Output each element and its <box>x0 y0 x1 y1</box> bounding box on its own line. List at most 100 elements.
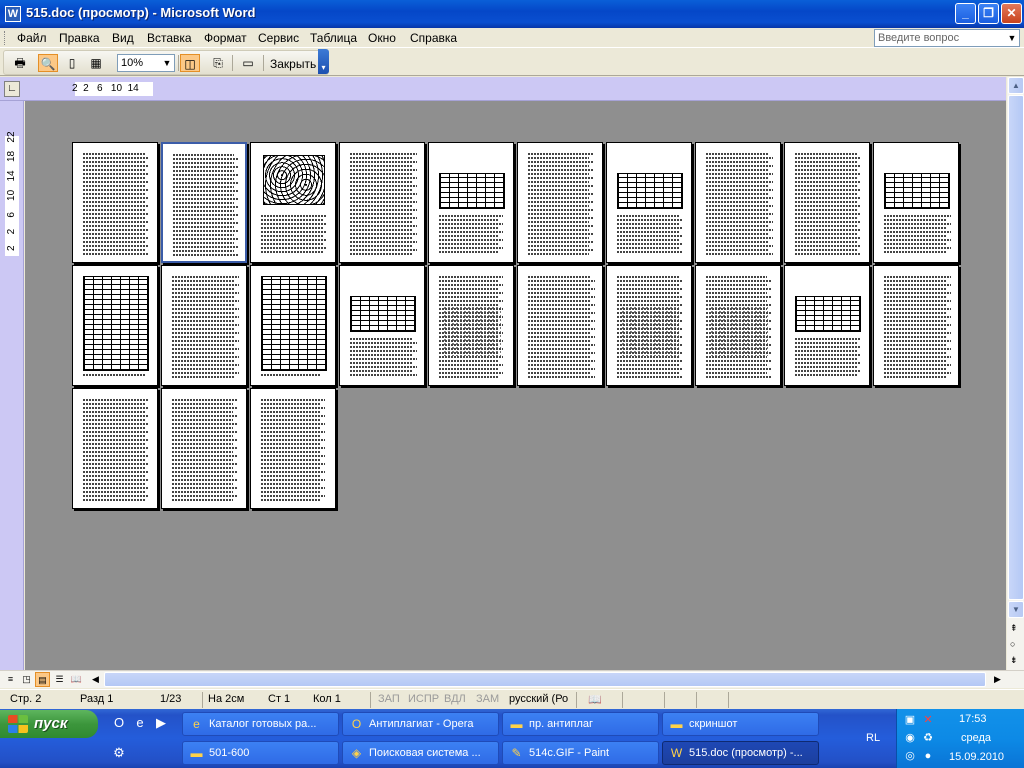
security-icon[interactable]: ♻ <box>921 731 935 745</box>
outline-view-icon[interactable]: ☰ <box>52 672 67 687</box>
page-thumbnail[interactable] <box>250 388 336 509</box>
taskbar-button[interactable]: ◈ Поисковая система ... <box>342 741 499 765</box>
chevron-down-icon[interactable]: ▼ <box>161 56 173 70</box>
menu-insert[interactable]: Вставка <box>147 31 192 45</box>
media-player-quicklaunch-icon[interactable]: ▶ <box>152 714 170 732</box>
page-thumbnail[interactable] <box>606 142 692 263</box>
page-thumbnail[interactable] <box>784 142 870 263</box>
multiple-pages-icon[interactable]: ▦ <box>86 54 106 72</box>
restore-button[interactable]: ❐ <box>978 3 999 24</box>
page-thumbnail[interactable] <box>72 265 158 386</box>
status-trk[interactable]: ИСПР <box>408 693 439 705</box>
scroll-right-icon[interactable]: ▶ <box>990 672 1005 687</box>
next-page-icon[interactable]: ⇟ <box>1010 655 1018 666</box>
page-thumbnail[interactable] <box>250 265 336 386</box>
page-thumbnail[interactable] <box>695 265 781 386</box>
select-browse-object-icon[interactable]: ○ <box>1010 639 1015 649</box>
page-thumbnail[interactable] <box>339 142 425 263</box>
shrink-to-fit-icon[interactable]: ⎘ <box>208 54 228 72</box>
page-thumbnail[interactable] <box>72 388 158 509</box>
ask-question-input[interactable]: Введите вопрос ▼ <box>874 29 1020 47</box>
chevron-down-icon[interactable]: ▼ <box>1006 31 1018 45</box>
one-page-icon[interactable]: ▯ <box>62 54 82 72</box>
normal-view-icon[interactable]: ≡ <box>3 672 18 687</box>
minimize-button[interactable]: _ <box>955 3 976 24</box>
menu-file[interactable]: Файл <box>17 31 47 45</box>
menu-edit[interactable]: Правка <box>59 31 100 45</box>
preview-toolbar: 🖶 🔍 ▯ ▦ 10% ▼ ◫ ⎘ ▭ Закрыть ▾ <box>0 49 1024 76</box>
page-thumbnail[interactable] <box>250 142 336 263</box>
print-preview-area[interactable] <box>25 101 1006 670</box>
language-indicator[interactable]: RL <box>866 732 880 744</box>
print-icon[interactable]: 🖶 <box>10 54 30 72</box>
clock-time[interactable]: 17:53 <box>959 713 987 725</box>
opera-quicklaunch-icon[interactable]: O <box>110 714 128 732</box>
reading-layout-icon[interactable]: 📖 <box>69 672 84 687</box>
toolbar-options-icon[interactable]: ▾ <box>318 49 329 74</box>
taskbar-button-active[interactable]: W 515.doc (просмотр) -... <box>662 741 819 765</box>
print-layout-icon[interactable]: ▤ <box>35 672 50 687</box>
scroll-down-icon[interactable]: ▼ <box>1008 601 1024 618</box>
page-thumbnail[interactable] <box>873 142 959 263</box>
scroll-left-icon[interactable]: ◀ <box>88 672 103 687</box>
menu-grip[interactable] <box>4 31 7 45</box>
taskbar-button[interactable]: ▬ 501-600 <box>182 741 339 765</box>
page-thumbnail[interactable] <box>517 142 603 263</box>
page-thumbnail[interactable] <box>72 142 158 263</box>
page-thumbnail[interactable] <box>695 142 781 263</box>
vertical-scrollbar[interactable]: ▲ ▼ ⇞ ○ ⇟ <box>1006 77 1024 670</box>
ie-quicklaunch-icon[interactable]: e <box>131 714 149 732</box>
network-icon[interactable]: ▣ <box>903 713 917 727</box>
scroll-up-icon[interactable]: ▲ <box>1008 77 1024 94</box>
desktop-quicklaunch-icon[interactable]: ⚙ <box>110 744 128 762</box>
zoom-select[interactable]: 10% ▼ <box>117 54 175 72</box>
page-thumbnail[interactable] <box>606 265 692 386</box>
taskbar-button[interactable]: ✎ 514c.GIF - Paint <box>502 741 659 765</box>
page-thumbnail[interactable] <box>428 142 514 263</box>
taskbar-button[interactable]: ▬ пр. антиплаг <box>502 712 659 736</box>
spelling-book-icon[interactable]: 📖 <box>588 693 602 706</box>
network-disconnected-icon[interactable]: ✕ <box>921 713 935 727</box>
scroll-thumb[interactable] <box>1008 95 1024 600</box>
horizontal-scrollbar[interactable]: ≡ ◳ ▤ ☰ 📖 ◀ ▶ <box>0 670 1024 688</box>
page-thumbnail[interactable] <box>873 265 959 386</box>
status-ext[interactable]: ВДЛ <box>444 693 466 705</box>
previous-page-icon[interactable]: ⇞ <box>1010 623 1018 634</box>
taskbar-button-label: Поисковая система ... <box>369 747 481 759</box>
view-ruler-icon[interactable]: ◫ <box>180 54 200 72</box>
status-rec[interactable]: ЗАП <box>378 693 400 705</box>
antivirus-icon[interactable]: ◉ <box>903 731 917 745</box>
close-preview-button[interactable]: Закрыть <box>270 57 316 71</box>
taskbar-button-label: 514c.GIF - Paint <box>529 747 610 759</box>
start-button[interactable]: пуск <box>0 710 98 738</box>
menu-tools[interactable]: Сервис <box>258 31 299 45</box>
windows-flag-icon <box>8 715 28 733</box>
page-thumbnail[interactable] <box>161 265 247 386</box>
taskbar-button[interactable]: e Каталог готовых ра... <box>182 712 339 736</box>
magnifier-icon[interactable]: 🔍 <box>38 54 58 72</box>
status-ovr[interactable]: ЗАМ <box>476 693 499 705</box>
page-thumbnail[interactable] <box>339 265 425 386</box>
page-thumbnail[interactable] <box>517 265 603 386</box>
menu-format[interactable]: Формат <box>204 31 247 45</box>
taskbar-button[interactable]: ▬ скриншот <box>662 712 819 736</box>
menu-window[interactable]: Окно <box>368 31 396 45</box>
page-thumbnail[interactable] <box>161 142 247 263</box>
zoom-value: 10% <box>121 57 144 69</box>
close-button[interactable]: ✕ <box>1001 3 1022 24</box>
page-thumbnail[interactable] <box>784 265 870 386</box>
scroll-thumb[interactable] <box>104 672 986 687</box>
page-thumbnail[interactable] <box>428 265 514 386</box>
volume-icon[interactable]: ◎ <box>903 749 917 763</box>
menu-view[interactable]: Вид <box>112 31 134 45</box>
menu-bar: Файл Правка Вид Вставка Формат Сервис Та… <box>0 28 1024 48</box>
menu-help[interactable]: Справка <box>410 31 457 45</box>
tab-stop-selector[interactable]: ∟ <box>4 81 20 97</box>
status-language[interactable]: русский (Ро <box>509 693 568 705</box>
web-layout-icon[interactable]: ◳ <box>19 672 34 687</box>
taskbar-button[interactable]: O Антиплагиат - Opera <box>342 712 499 736</box>
menu-table[interactable]: Таблица <box>310 31 357 45</box>
update-icon[interactable]: ● <box>921 749 935 763</box>
full-screen-icon[interactable]: ▭ <box>238 54 258 72</box>
page-thumbnail[interactable] <box>161 388 247 509</box>
